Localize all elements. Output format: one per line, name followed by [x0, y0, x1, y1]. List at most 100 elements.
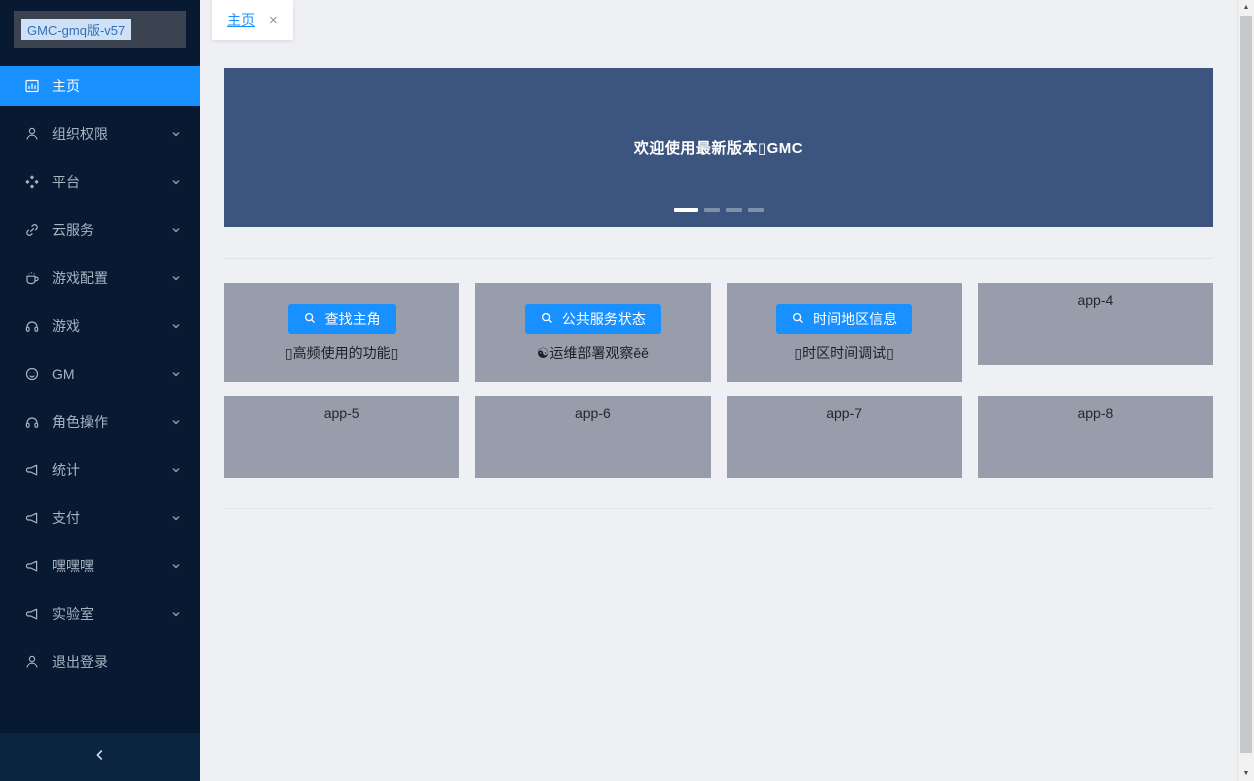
tab-home[interactable]: 主页 ×: [212, 0, 293, 40]
card-title: app-7: [727, 405, 962, 421]
sidebar-item-statistics[interactable]: 统计: [0, 450, 200, 490]
chevron-down-icon: [170, 512, 182, 524]
sidebar-item-label: 云服务: [52, 220, 170, 240]
content-area: 欢迎使用最新版本▯GMC 查找主角 ▯高频使用的功能▯ 公共服务状态 ☯运维部署…: [200, 40, 1237, 781]
sidebar-item-label: 游戏配置: [52, 268, 170, 288]
divider: [224, 258, 1213, 259]
sidebar-item-label: GM: [52, 366, 170, 382]
coffee-icon: [24, 270, 40, 286]
card-subtitle: ☯运维部署观察ĕĕ: [475, 343, 710, 363]
sidebar-item-label: 统计: [52, 460, 170, 480]
smile-icon: [24, 366, 40, 382]
headset-icon: [24, 318, 40, 334]
card-action-button-3[interactable]: 时间地区信息: [776, 304, 912, 334]
app-card-app-7[interactable]: app-7: [727, 396, 962, 478]
card-action-button-2[interactable]: 公共服务状态: [525, 304, 661, 334]
sidebar-item-home[interactable]: 主页: [0, 66, 200, 106]
app-card-app-6[interactable]: app-6: [475, 396, 710, 478]
headset-icon: [24, 414, 40, 430]
scroll-up-icon[interactable]: ▲: [1238, 0, 1254, 15]
sidebar-item-game-config[interactable]: 游戏配置: [0, 258, 200, 298]
sidebar-item-laboratory[interactable]: 实验室: [0, 594, 200, 634]
sidebar-collapse-button[interactable]: [0, 733, 200, 781]
logo-area: GMC-gmq版-v57: [0, 0, 200, 58]
carousel-dot-1[interactable]: [674, 208, 698, 212]
card-title: app-6: [475, 405, 710, 421]
scrollbar-thumb[interactable]: [1240, 16, 1252, 753]
sidebar-item-label: 角色操作: [52, 412, 170, 432]
chevron-down-icon: [170, 560, 182, 572]
carousel-dot-2[interactable]: [704, 208, 720, 212]
chevron-down-icon: [170, 368, 182, 380]
chevron-down-icon: [170, 176, 182, 188]
chevron-down-icon: [170, 224, 182, 236]
sidebar-item-cloud-services[interactable]: 云服务: [0, 210, 200, 250]
sidebar-item-org-permissions[interactable]: 组织权限: [0, 114, 200, 154]
chevron-down-icon: [170, 272, 182, 284]
link-icon: [24, 222, 40, 238]
carousel-dot-3[interactable]: [726, 208, 742, 212]
megaphone-icon: [24, 558, 40, 574]
app-card-grid: 查找主角 ▯高频使用的功能▯ 公共服务状态 ☯运维部署观察ĕĕ 时间地区信息 ▯…: [224, 283, 1213, 478]
close-icon[interactable]: ×: [269, 13, 278, 28]
app-card-action-3[interactable]: 时间地区信息 ▯时区时间调试▯: [727, 283, 962, 382]
card-button-label: 公共服务状态: [562, 309, 646, 329]
megaphone-icon: [24, 462, 40, 478]
chevron-down-icon: [170, 320, 182, 332]
sidebar-item-heiheihei[interactable]: 嘿嘿嘿: [0, 546, 200, 586]
logo-text: GMC-gmq版-v57: [21, 19, 131, 40]
chevron-down-icon: [170, 464, 182, 476]
sidebar-item-role-ops[interactable]: 角色操作: [0, 402, 200, 442]
sidebar-item-label: 平台: [52, 172, 170, 192]
app-window: GMC-gmq版-v57 主页 组织权限 平台 云服务 游戏配置 游戏: [0, 0, 1254, 781]
logo-box: GMC-gmq版-v57: [14, 11, 186, 48]
sidebar-menu: 主页 组织权限 平台 云服务 游戏配置 游戏 GM: [0, 66, 200, 682]
sidebar-item-platform[interactable]: 平台: [0, 162, 200, 202]
card-action-button-1[interactable]: 查找主角: [288, 304, 396, 334]
welcome-message: 欢迎使用最新版本▯GMC: [634, 137, 803, 158]
sidebar-item-label: 实验室: [52, 604, 170, 624]
tab-bar: 主页 ×: [200, 0, 1237, 40]
user-icon: [24, 126, 40, 142]
app-card-app-8[interactable]: app-8: [978, 396, 1213, 478]
sidebar-item-gm[interactable]: GM: [0, 354, 200, 394]
card-subtitle: ▯时区时间调试▯: [727, 343, 962, 363]
sidebar-item-label: 退出登录: [52, 652, 182, 672]
tab-home-label[interactable]: 主页: [227, 10, 255, 30]
megaphone-icon: [24, 606, 40, 622]
divider: [224, 508, 1213, 509]
card-subtitle: ▯高频使用的功能▯: [224, 343, 459, 363]
sidebar-item-game[interactable]: 游戏: [0, 306, 200, 346]
sidebar-item-label: 主页: [52, 76, 182, 96]
chevron-down-icon: [170, 608, 182, 620]
chevron-left-icon: [93, 748, 107, 767]
sidebar-item-label: 游戏: [52, 316, 170, 336]
welcome-carousel: 欢迎使用最新版本▯GMC: [224, 68, 1213, 227]
app-card-action-2[interactable]: 公共服务状态 ☯运维部署观察ĕĕ: [475, 283, 710, 382]
card-title: app-8: [978, 405, 1213, 421]
sidebar-item-payment[interactable]: 支付: [0, 498, 200, 538]
vertical-scrollbar[interactable]: ▲ ▼: [1237, 0, 1254, 781]
search-icon: [791, 311, 805, 328]
sidebar-item-label: 支付: [52, 508, 170, 528]
appstore-icon: [24, 174, 40, 190]
sidebar-item-logout[interactable]: 退出登录: [0, 642, 200, 682]
chevron-down-icon: [170, 128, 182, 140]
sidebar: GMC-gmq版-v57 主页 组织权限 平台 云服务 游戏配置 游戏: [0, 0, 200, 781]
dashboard-icon: [24, 78, 40, 94]
main-area: 主页 × 欢迎使用最新版本▯GMC 查找主角 ▯高频使用的功能▯ 公共服务状态: [200, 0, 1237, 781]
sidebar-item-label: 嘿嘿嘿: [52, 556, 170, 576]
carousel-dot-4[interactable]: [748, 208, 764, 212]
card-title: app-5: [224, 405, 459, 421]
sidebar-item-label: 组织权限: [52, 124, 170, 144]
app-card-action-1[interactable]: 查找主角 ▯高频使用的功能▯: [224, 283, 459, 382]
chevron-down-icon: [170, 416, 182, 428]
search-icon: [540, 311, 554, 328]
search-icon: [303, 311, 317, 328]
scroll-down-icon[interactable]: ▼: [1238, 766, 1254, 781]
card-title: app-4: [978, 292, 1213, 308]
user-icon: [24, 654, 40, 670]
app-card-app-4[interactable]: app-4: [978, 283, 1213, 365]
app-card-app-5[interactable]: app-5: [224, 396, 459, 478]
card-button-label: 时间地区信息: [813, 309, 897, 329]
